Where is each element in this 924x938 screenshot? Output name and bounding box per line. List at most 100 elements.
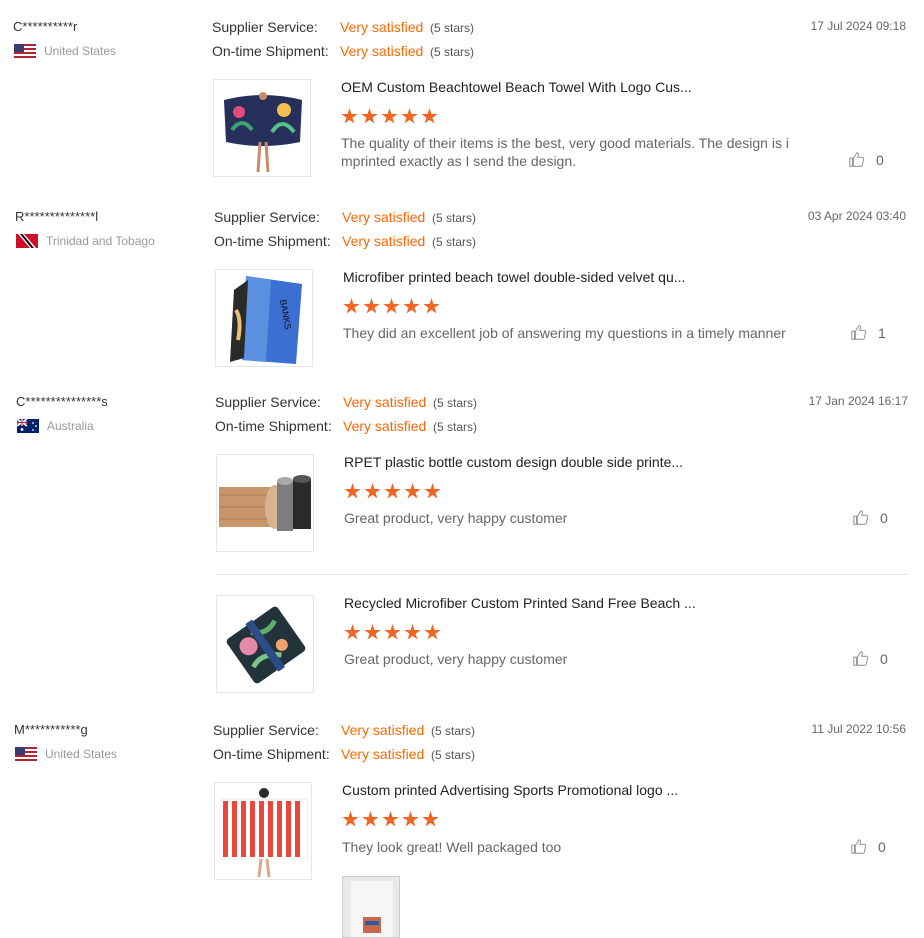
beach-towel-image — [214, 80, 310, 176]
star-icon — [382, 811, 399, 827]
shipment-value: Very satisfied — [341, 746, 425, 762]
shipment-stars: (5 stars) — [431, 748, 476, 762]
product-title[interactable]: Microfiber printed beach towel double-si… — [343, 269, 685, 285]
product-star-rating — [342, 811, 439, 828]
star-icon — [402, 811, 419, 827]
review-text: They look great! Well packaged too — [342, 838, 792, 856]
shipment-rating: On-time Shipment: Very satisfied (5 star… — [213, 746, 475, 762]
reviewer-name: M***********g — [14, 722, 88, 737]
product-star-rating — [344, 624, 441, 641]
shipment-rating: On-time Shipment: Very satisfied (5 star… — [214, 233, 476, 249]
star-icon — [364, 624, 381, 640]
reviewer-country: United States — [14, 44, 116, 58]
country-label: United States — [45, 747, 118, 761]
review-date: 03 Apr 2024 03:40 — [807, 209, 906, 223]
reviewer-name: R**************l — [15, 209, 99, 224]
reviewer-country: Australia — [17, 419, 94, 433]
star-icon — [421, 108, 438, 124]
review-text: Great product, very happy customer — [344, 650, 794, 668]
supplier-service-stars: (5 stars) — [432, 211, 477, 225]
product-thumbnail[interactable] — [216, 595, 314, 693]
trinidad-flag-icon — [16, 234, 38, 248]
supplier-service-stars: (5 stars) — [431, 724, 476, 738]
star-icon — [423, 298, 440, 314]
supplier-service-value: Very satisfied — [341, 722, 425, 738]
us-flag-icon — [14, 44, 36, 58]
review-text: Great product, very happy customer — [344, 509, 794, 527]
like-button[interactable]: 1 — [850, 324, 886, 342]
review-text-line: They did an excellent job of answering m… — [343, 325, 786, 341]
shipment-stars: (5 stars) — [433, 420, 478, 434]
star-icon — [363, 298, 380, 314]
supplier-service-value: Very satisfied — [343, 394, 427, 410]
supplier-service-stars: (5 stars) — [433, 396, 478, 410]
like-button[interactable]: 0 — [852, 509, 888, 527]
supplier-service-label: Supplier Service: — [214, 209, 320, 225]
country-label: Trinidad and Tobago — [46, 234, 155, 248]
like-count: 0 — [880, 651, 888, 667]
product-title[interactable]: OEM Custom Beachtowel Beach Towel With L… — [341, 79, 692, 95]
star-icon — [342, 811, 359, 827]
star-icon — [344, 483, 361, 499]
thumbs-up-icon — [851, 325, 867, 340]
star-icon — [364, 483, 381, 499]
star-icon — [344, 624, 361, 640]
supplier-service-rating: Supplier Service: Very satisfied (5 star… — [214, 209, 476, 225]
shipment-value: Very satisfied — [343, 418, 427, 434]
star-icon — [404, 624, 421, 640]
supplier-service-label: Supplier Service: — [215, 394, 321, 410]
reviewer-name: C**********r — [13, 19, 78, 34]
shipment-label: On-time Shipment: — [214, 233, 331, 249]
like-button[interactable]: 0 — [850, 838, 886, 856]
star-icon — [424, 483, 441, 499]
star-icon — [384, 483, 401, 499]
star-icon — [362, 811, 379, 827]
product-thumbnail[interactable] — [214, 782, 312, 880]
like-count: 0 — [876, 152, 884, 168]
product-title[interactable]: RPET plastic bottle custom design double… — [344, 454, 683, 470]
star-icon — [404, 483, 421, 499]
supplier-service-rating: Supplier Service: Very satisfied (5 star… — [213, 722, 475, 738]
star-icon — [341, 108, 358, 124]
star-icon — [361, 108, 378, 124]
shipment-stars: (5 stars) — [432, 235, 477, 249]
product-thumbnail[interactable]: BANKS — [215, 269, 313, 367]
shipment-label: On-time Shipment: — [213, 746, 330, 762]
review-date: 17 Jan 2024 16:17 — [808, 394, 908, 408]
thumbs-up-icon — [853, 651, 869, 666]
microfiber-towel-image: BANKS — [216, 270, 312, 366]
star-icon — [383, 298, 400, 314]
product-thumbnail[interactable] — [213, 79, 311, 177]
review-photo-thumbnail[interactable] — [342, 876, 400, 938]
shipment-value: Very satisfied — [342, 233, 426, 249]
review-text: They did an excellent job of answering m… — [343, 324, 793, 342]
product-thumbnail[interactable] — [216, 454, 314, 552]
like-count: 0 — [880, 510, 888, 526]
product-title[interactable]: Custom printed Advertising Sports Promot… — [342, 782, 678, 798]
review-text: The quality of their items is the best, … — [341, 134, 791, 170]
product-star-rating — [344, 483, 441, 500]
review-text-line: mprinted exactly as I send the design. — [341, 153, 577, 169]
supplier-service-label: Supplier Service: — [213, 722, 319, 738]
supplier-service-label: Supplier Service: — [212, 19, 318, 35]
reviewer-country: United States — [15, 747, 117, 761]
review-text-line: The quality of their items is the best, … — [341, 135, 789, 151]
country-label: Australia — [47, 419, 94, 433]
sandfree-towel-image — [217, 596, 313, 692]
shipment-value: Very satisfied — [340, 43, 424, 59]
star-icon — [422, 811, 439, 827]
like-button[interactable]: 0 — [852, 650, 888, 668]
item-divider — [216, 574, 908, 575]
star-icon — [381, 108, 398, 124]
star-icon — [384, 624, 401, 640]
like-button[interactable]: 0 — [848, 151, 884, 169]
star-icon — [403, 298, 420, 314]
supplier-service-value: Very satisfied — [340, 19, 424, 35]
review-text-line: They look great! Well packaged too — [342, 839, 562, 855]
shipment-label: On-time Shipment: — [215, 418, 332, 434]
reviewer-country: Trinidad and Tobago — [16, 234, 155, 248]
country-label: United States — [44, 44, 117, 58]
review-text-line: Great product, very happy customer — [344, 651, 568, 667]
rolled-towels-image — [217, 455, 313, 551]
product-title[interactable]: Recycled Microfiber Custom Printed Sand … — [344, 595, 696, 611]
